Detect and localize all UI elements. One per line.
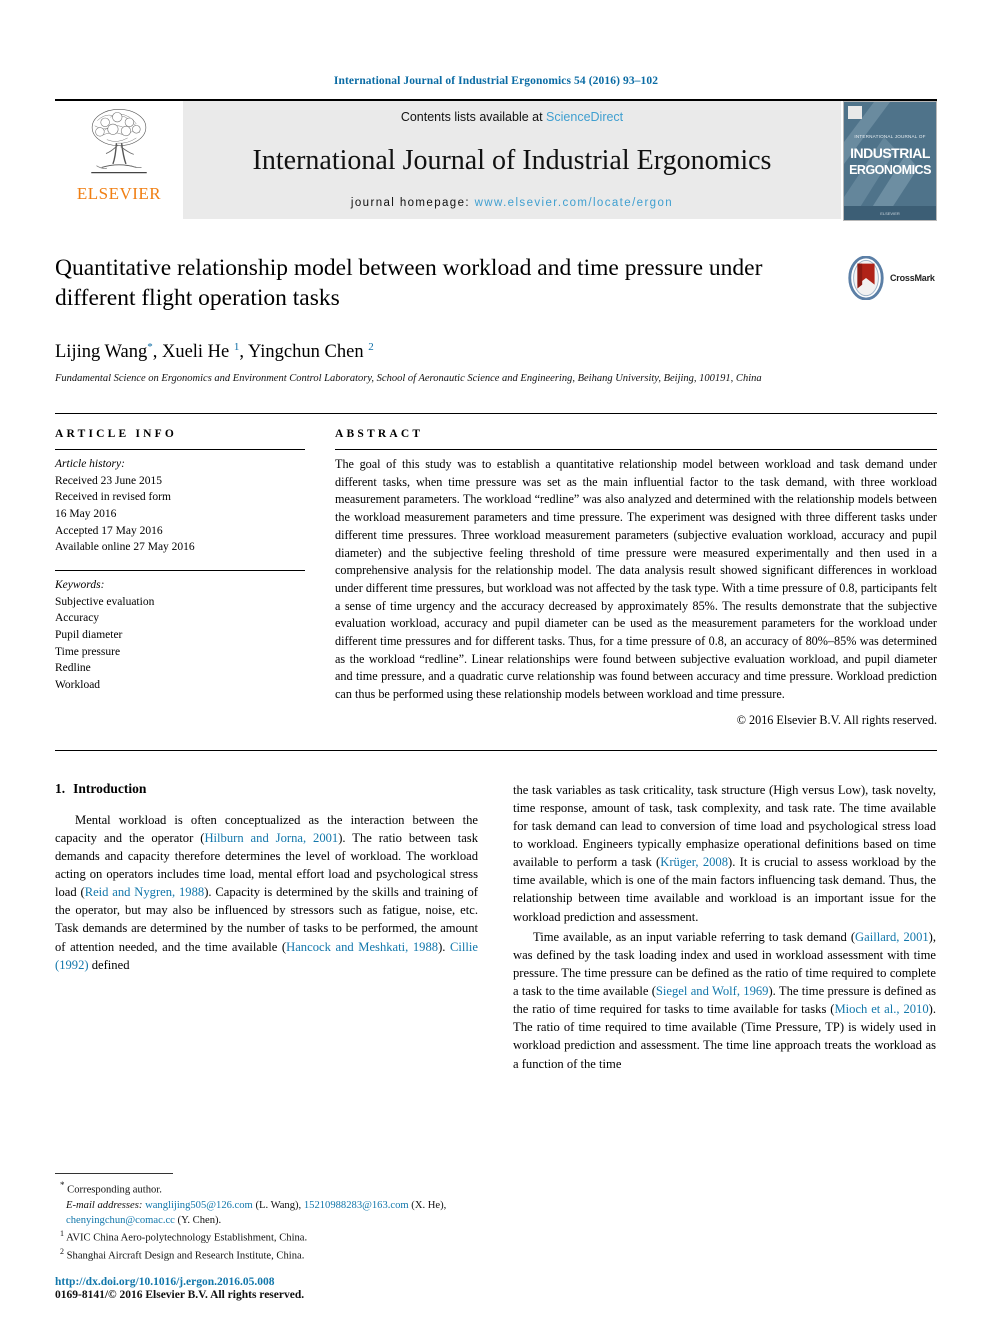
crossmark-icon — [848, 256, 884, 300]
crossmark-badge-group[interactable]: CrossMark — [845, 255, 937, 301]
journal-homepage-line: journal homepage: www.elsevier.com/locat… — [351, 197, 673, 209]
footnote-rule — [55, 1173, 173, 1175]
affiliation: Fundamental Science on Ergonomics and En… — [55, 373, 762, 385]
history-item: Available online 27 May 2016 — [55, 541, 195, 554]
page-title: Quantitative relationship model between … — [55, 255, 763, 312]
elsevier-logo-block: ELSEVIER — [55, 101, 183, 219]
footnote-corresponding-author: * Corresponding author. — [55, 1179, 478, 1198]
footnote-block: * Corresponding author. E-mail addresses… — [55, 1173, 478, 1301]
intro-paragraph-right-2: Time available, as an input variable ref… — [513, 929, 937, 1071]
abstract-heading: ABSTRACT — [335, 428, 424, 441]
svg-text:INDUSTRIAL: INDUSTRIAL — [850, 145, 931, 161]
body-divider — [55, 749, 937, 751]
contents-available-line: Contents lists available at ScienceDirec… — [401, 110, 623, 124]
footnote-note-2-text: Shanghai Aircraft Design and Research In… — [66, 1250, 305, 1262]
email-addresses-label: E-mail addresses: — [66, 1199, 143, 1211]
body-columns: 1. Introduction Mental workload is often … — [55, 781, 937, 1075]
footnote-emails: E-mail addresses: wanglijing505@126.com … — [55, 1198, 478, 1229]
body-column-left: 1. Introduction Mental workload is often … — [55, 781, 478, 1075]
footnote-note-2: 2 Shanghai Aircraft Design and Research … — [55, 1246, 478, 1264]
elsevier-tree-icon — [91, 109, 147, 174]
journal-cover-image: ELSEVIER INTERNATIONAL JOURNAL OF INDUST… — [843, 101, 937, 221]
history-item: Accepted 17 May 2016 — [55, 524, 163, 537]
sciencedirect-link[interactable]: ScienceDirect — [546, 110, 623, 124]
keyword-item: Redline — [55, 662, 91, 675]
svg-text:ELSEVIER: ELSEVIER — [880, 211, 900, 216]
abstract-copyright: © 2016 Elsevier B.V. All rights reserved… — [736, 712, 937, 727]
footnote-marker-1: 1 — [60, 1229, 64, 1239]
title-area: Quantitative relationship model between … — [55, 253, 937, 323]
intro-paragraph-left: Mental workload is often conceptualized … — [55, 812, 479, 972]
issn-copyright-line: 0169-8141/© 2016 Elsevier B.V. All right… — [55, 1289, 305, 1301]
history-item: 16 May 2016 — [55, 508, 117, 521]
keywords-block: Keywords: Subjective evaluation Accuracy… — [55, 571, 305, 694]
homepage-prefix: journal homepage: — [350, 197, 475, 209]
journal-masthead: ELSEVIER Contents lists available at Sci… — [55, 99, 937, 221]
section-heading-introduction: 1. Introduction — [55, 781, 478, 797]
doi-link[interactable]: http://dx.doi.org/10.1016/j.ergon.2016.0… — [55, 1276, 478, 1288]
article-history-block: Article history: Received 23 June 2015 R… — [55, 450, 305, 556]
journal-cover-art: ELSEVIER INTERNATIONAL JOURNAL OF INDUST… — [844, 102, 936, 220]
history-item: Received 23 June 2015 — [55, 474, 162, 487]
crossmark-label: CrossMark — [890, 273, 935, 283]
journal-homepage-link[interactable]: www.elsevier.com/locate/ergon — [475, 197, 673, 209]
journal-title: International Journal of Industrial Ergo… — [252, 144, 772, 176]
history-item: Received in revised form — [55, 491, 171, 504]
asterisk-icon: * — [60, 1180, 65, 1191]
keyword-item: Workload — [55, 679, 101, 692]
footnote-marker-2: 2 — [60, 1247, 64, 1257]
keyword-item: Accuracy — [55, 612, 100, 625]
svg-text:INTERNATIONAL JOURNAL OF: INTERNATIONAL JOURNAL OF — [854, 134, 925, 139]
article-info-heading: ARTICLE INFO — [55, 428, 178, 441]
intro-paragraph-right-1: the task variables as task criticality, … — [513, 782, 936, 924]
abstract-text: The goal of this study was to establish … — [335, 457, 937, 701]
running-head: International Journal of Industrial Ergo… — [333, 75, 659, 87]
section-title: Introduction — [73, 780, 147, 796]
footnote-note-1-text: AVIC China Aero-polytechnology Establish… — [66, 1232, 308, 1244]
body-column-right: the task variables as task criticality, … — [513, 781, 936, 1075]
contents-prefix: Contents lists available at — [400, 110, 547, 124]
section-number: 1. — [55, 780, 66, 796]
svg-text:ERGONOMICS: ERGONOMICS — [849, 163, 931, 177]
footnote-note-1: 1 AVIC China Aero-polytechnology Establi… — [55, 1228, 478, 1246]
info-abstract-region: ARTICLE INFO Article history: Received 2… — [55, 413, 937, 728]
keywords-label: Keywords: — [55, 579, 105, 592]
keyword-item: Time pressure — [55, 645, 121, 658]
article-info-column: ARTICLE INFO Article history: Received 2… — [55, 414, 305, 728]
keyword-item: Subjective evaluation — [55, 595, 155, 608]
author-list: Lijing Wang*, Xueli He 1, Yingchun Chen … — [55, 341, 374, 363]
paper-page: International Journal of Industrial Ergo… — [0, 0, 992, 1323]
keyword-item: Pupil diameter — [55, 629, 123, 642]
article-history-label: Article history: — [55, 458, 125, 471]
corresponding-author-text: Corresponding author. — [67, 1184, 162, 1196]
elsevier-wordmark: ELSEVIER — [76, 184, 162, 203]
journal-banner: Contents lists available at ScienceDirec… — [183, 101, 841, 219]
journal-cover-block: ELSEVIER INTERNATIONAL JOURNAL OF INDUST… — [841, 101, 937, 221]
abstract-column: ABSTRACT The goal of this study was to e… — [335, 414, 937, 728]
